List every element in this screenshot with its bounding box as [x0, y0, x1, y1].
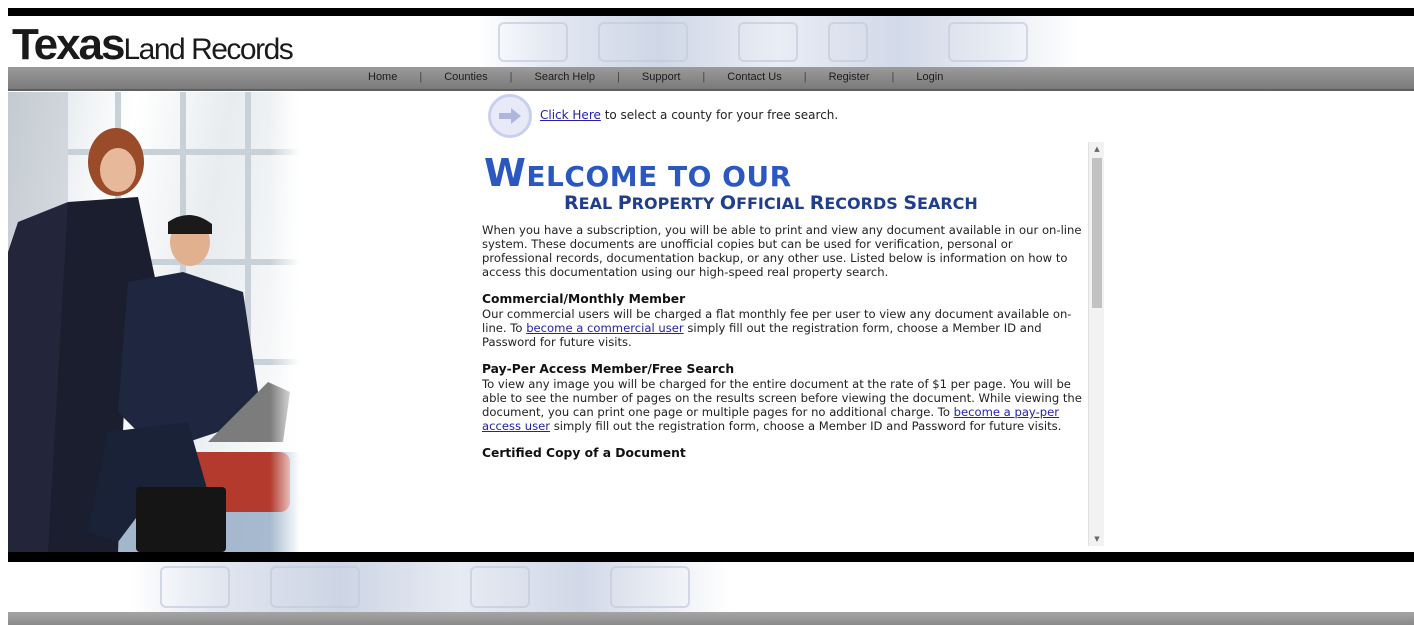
arrow-right-icon[interactable] — [488, 94, 532, 138]
nav-item-login: Login — [916, 71, 943, 83]
subtitle-rest: ROPERTY — [631, 194, 720, 213]
logo-bold-text: Texas — [12, 20, 125, 67]
welcome-title-initial: W — [484, 151, 527, 195]
nav-item-contact-us: Contact Us | — [727, 71, 828, 83]
nav-separator: | — [509, 71, 513, 83]
nav-item-search-help: Search Help | — [534, 71, 641, 83]
nav-link-contact-us[interactable]: Contact Us — [727, 71, 781, 83]
free-search-rest: to select a county for your free search. — [600, 107, 839, 122]
business-people-illustration — [8, 92, 300, 552]
nav-item-support: Support | — [642, 71, 727, 83]
nav-item-counties: Counties | — [444, 71, 534, 83]
nav-menu: Home | Counties | Search Help | Support | Co… — [368, 71, 943, 83]
subtitle-rest: EAL — [578, 194, 618, 213]
commercial-user-link[interactable]: become a commercial user — [526, 321, 683, 335]
subtitle-initial: O — [719, 192, 737, 214]
bottom-black-rule — [8, 552, 1414, 562]
nav-link-login[interactable]: Login — [916, 71, 943, 83]
nav-link-counties[interactable]: Counties — [444, 71, 487, 83]
pay-per-access-body: To view any image you will be charged fo… — [482, 377, 1086, 433]
nav-item-home: Home | — [368, 71, 444, 83]
subtitle-initial: R — [809, 192, 825, 214]
nav-separator: | — [419, 71, 423, 83]
subtitle-initial: R — [564, 192, 579, 214]
welcome-intro: When you have a subscription, you will b… — [482, 223, 1082, 279]
nav-link-search-help[interactable]: Search Help — [534, 71, 595, 83]
subtitle-rest: ECORDS — [824, 194, 904, 213]
nav-link-support[interactable]: Support — [642, 71, 681, 83]
commercial-body: Our commercial users will be charged a f… — [482, 307, 1086, 349]
subtitle-initial: S — [903, 192, 918, 214]
nav-link-register[interactable]: Register — [829, 71, 870, 83]
top-black-rule — [8, 8, 1414, 16]
free-search-prompt: Click Here to select a county for your f… — [488, 94, 838, 138]
site-header: TexasLand Records — [8, 16, 1414, 67]
nav-separator: | — [891, 71, 895, 83]
welcome-title: WELCOME TO OUR — [484, 154, 1086, 194]
free-search-text: Click Here to select a county for your f… — [540, 108, 838, 122]
welcome-content-panel[interactable]: WELCOME TO OUR REAL PROPERTY OFFICIAL RE… — [478, 142, 1104, 546]
nav-separator: | — [617, 71, 620, 83]
subtitle-initial: P — [617, 192, 632, 214]
business-people-photo — [8, 92, 300, 552]
nav-separator: | — [803, 71, 807, 83]
site-logo[interactable]: TexasLand Records — [12, 20, 294, 67]
footer-photo-collage — [130, 562, 730, 612]
commercial-heading: Commercial/Monthly Member — [482, 292, 686, 306]
welcome-content: WELCOME TO OUR REAL PROPERTY OFFICIAL RE… — [482, 154, 1086, 461]
scroll-thumb[interactable] — [1092, 158, 1102, 308]
click-here-link[interactable]: Click Here — [540, 108, 601, 122]
pay-per-access-heading: Pay-Per Access Member/Free Search — [482, 362, 735, 376]
subtitle-rest: FFICIAL — [736, 194, 810, 213]
certified-copy-heading: Certified Copy of a Document — [482, 446, 686, 460]
scroll-down-arrow-icon[interactable]: ▼ — [1089, 532, 1105, 546]
main-nav-bar: Home | Counties | Search Help | Support | Co… — [8, 67, 1414, 91]
logo-light-text: Land Records — [123, 33, 294, 66]
nav-separator: | — [702, 71, 706, 83]
footer-bar — [8, 612, 1414, 625]
welcome-title-rest: ELCOME TO OUR — [526, 160, 792, 193]
welcome-subtitle: REAL PROPERTY OFFICIAL RECORDS SEARCH — [564, 192, 1086, 215]
header-photo-collage — [478, 16, 1078, 67]
content-scrollbar[interactable]: ▲ ▼ — [1088, 142, 1104, 546]
pay-per-access-text-after: simply fill out the registration form, c… — [550, 419, 1062, 433]
subtitle-rest: EARCH — [917, 194, 978, 213]
nav-item-register: Register | — [829, 71, 917, 83]
nav-link-home[interactable]: Home — [368, 71, 397, 83]
scroll-up-arrow-icon[interactable]: ▲ — [1089, 142, 1105, 156]
